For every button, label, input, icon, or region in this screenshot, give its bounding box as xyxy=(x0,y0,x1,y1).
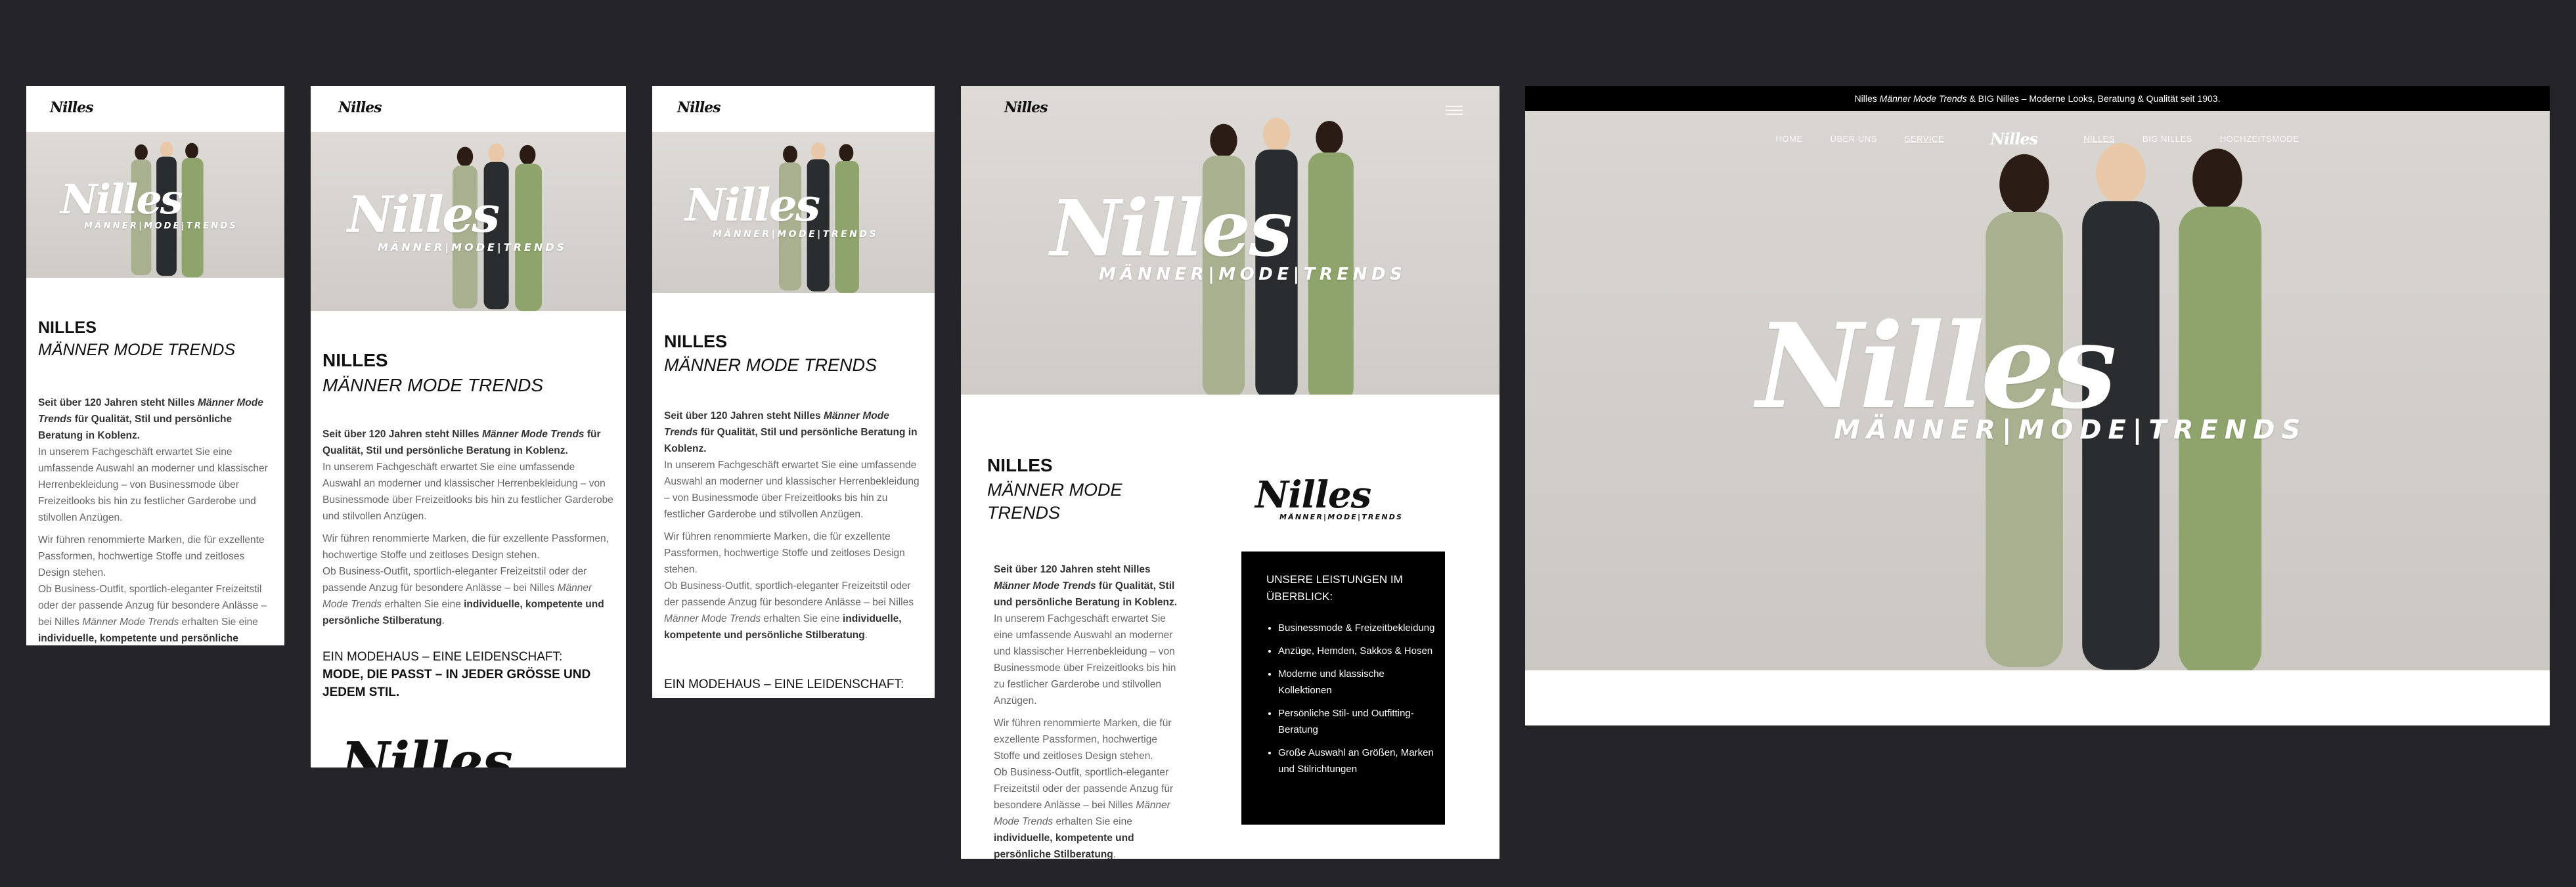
hero-logo: Nilles xyxy=(685,179,820,232)
intro-subtitle: MÄNNER MODE TRENDS xyxy=(987,480,1122,523)
hero-tagline: MÄNNER|MODE|TRENDS xyxy=(713,229,879,240)
nav-item-service[interactable]: SERVICE xyxy=(1905,134,1944,144)
menu-icon[interactable] xyxy=(1446,103,1463,118)
slogan-line-1: EIN MODEHAUS – EINE LEIDENSCHAFT: xyxy=(322,650,563,664)
service-item: Große Auswahl an Größen, Marken und Stil… xyxy=(1278,745,1436,777)
hero-logo: Nilles xyxy=(1050,183,1293,274)
header-logo[interactable]: Nilles xyxy=(1004,99,1048,116)
hero-tagline: MÄNNER|MODE|TRENDS xyxy=(378,241,567,253)
nav-item-nilles[interactable]: NILLES xyxy=(2083,134,2115,144)
site-header: Nilles xyxy=(26,86,284,132)
hero-logo: Nilles xyxy=(60,175,183,223)
service-item: Anzüge, Hemden, Sakkos & Hosen xyxy=(1278,643,1436,659)
mobile-frame-1: Nilles Nilles MÄNNER|MODE|TRENDS NILLES … xyxy=(26,86,284,645)
intro-body: Seit über 120 Jahren steht Nilles Männer… xyxy=(322,429,613,627)
header-logo[interactable]: Nilles xyxy=(50,99,94,116)
main-nav: HOME ÜBER UNS SERVICE Nilles NILLES BIG … xyxy=(1525,129,2550,148)
services-box: UNSERE LEISTUNGEN IM ÜBERBLICK: Business… xyxy=(1241,552,1445,825)
header-logo[interactable]: Nilles xyxy=(338,99,382,116)
intro-title: NILLES xyxy=(664,332,728,351)
slogan-line-2: MODE, DIE PASST – IN JEDER GRÖSSE UND JE… xyxy=(322,668,591,699)
hero-tagline: MÄNNER|MODE|TRENDS xyxy=(1834,415,2307,445)
site-header: Nilles xyxy=(652,86,935,132)
services-heading: UNSERE LEISTUNGEN IM ÜBERBLICK: xyxy=(1266,573,1403,603)
intro-body: Seit über 120 Jahren steht Nilles Männer… xyxy=(664,410,920,641)
hero-image: Nilles MÄNNER|MODE|TRENDS xyxy=(652,132,935,293)
mobile-frame-2: Nilles Nilles MÄNNER|MODE|TRENDS NILLES … xyxy=(311,86,626,768)
intro-body: Seit über 120 Jahren steht Nilles Männer… xyxy=(994,564,1178,859)
intro-title: NILLES xyxy=(322,350,388,370)
intro-title: NILLES xyxy=(987,455,1053,475)
intro-subtitle: MÄNNER MODE TRENDS xyxy=(664,355,877,375)
hero-tagline: MÄNNER|MODE|TRENDS xyxy=(84,221,238,231)
slogan-line-1: EIN MODEHAUS – EINE LEIDENSCHAFT: xyxy=(664,678,904,691)
hero-tagline: MÄNNER|MODE|TRENDS xyxy=(1099,265,1407,284)
footer-logo: Nilles xyxy=(341,731,513,768)
announcement-bar: Nilles Männer Mode Trends & BIG Nilles –… xyxy=(1525,86,2550,111)
hero-image: HOME ÜBER UNS SERVICE Nilles NILLES BIG … xyxy=(1525,111,2550,670)
slogan: EIN MODEHAUS – EINE LEIDENSCHAFT: xyxy=(664,676,924,693)
nav-item-about[interactable]: ÜBER UNS xyxy=(1831,134,1877,144)
service-item: Moderne und klassische Kollektionen xyxy=(1278,666,1436,699)
intro-title: NILLES xyxy=(38,318,97,337)
hero-image: Nilles Nilles MÄNNER|MODE|TRENDS xyxy=(961,86,1499,395)
content-logo: Nilles xyxy=(1255,473,1371,517)
slogan: EIN MODEHAUS – EINE LEIDENSCHAFT: MODE, … xyxy=(322,648,611,701)
tablet-frame: Nilles Nilles MÄNNER|MODE|TRENDS NILLES … xyxy=(961,86,1499,859)
nav-logo[interactable]: Nilles xyxy=(1990,129,2038,148)
hero-image: Nilles MÄNNER|MODE|TRENDS xyxy=(26,132,284,278)
hero-logo: Nilles xyxy=(347,185,500,244)
hero-image: Nilles MÄNNER|MODE|TRENDS xyxy=(311,132,626,311)
service-item: Persönliche Stil- und Outfitting-Beratun… xyxy=(1278,705,1436,738)
service-item: Businessmode & Freizeitbekleidung xyxy=(1278,620,1436,636)
intro-subtitle: MÄNNER MODE TRENDS xyxy=(322,375,544,395)
content-logo-tagline: MÄNNER|MODE|TRENDS xyxy=(1279,513,1404,521)
header-logo[interactable]: Nilles xyxy=(677,99,721,116)
mobile-frame-3: Nilles Nilles MÄNNER|MODE|TRENDS NILLES … xyxy=(652,86,935,698)
hero-logo: Nilles xyxy=(1756,297,2117,435)
nav-item-home[interactable]: HOME xyxy=(1776,134,1803,144)
site-header: Nilles xyxy=(311,86,626,132)
nav-item-big-nilles[interactable]: BIG NILLES xyxy=(2143,134,2192,144)
intro-subtitle: MÄNNER MODE TRENDS xyxy=(38,341,236,359)
desktop-frame: Nilles Männer Mode Trends & BIG Nilles –… xyxy=(1525,86,2550,725)
services-list: Businessmode & Freizeitbekleidung Anzüge… xyxy=(1266,620,1436,784)
nav-item-wedding[interactable]: HOCHZEITSMODE xyxy=(2220,134,2299,144)
intro-body: Seit über 120 Jahren steht Nilles Männer… xyxy=(38,397,268,645)
